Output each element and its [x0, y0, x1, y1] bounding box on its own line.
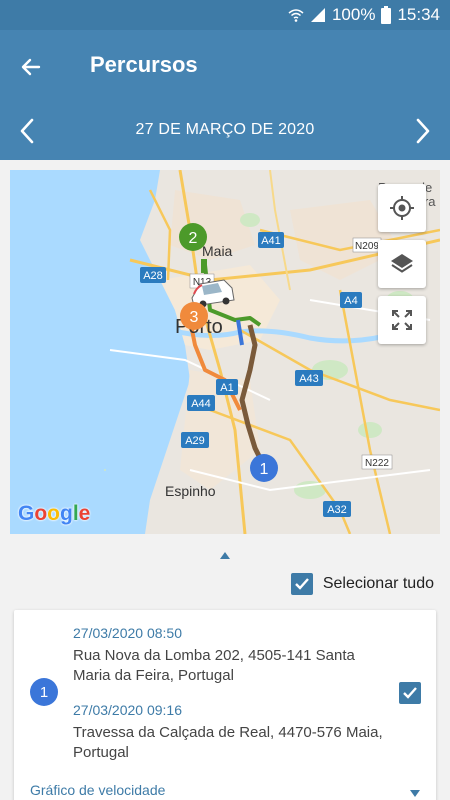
select-all-label: Selecionar tudo — [322, 575, 434, 592]
fullscreen-icon — [392, 310, 412, 330]
back-button[interactable] — [14, 50, 48, 84]
my-location-button[interactable] — [378, 184, 426, 232]
svg-text:A4: A4 — [344, 295, 357, 307]
arrow-left-icon — [21, 58, 41, 76]
marker-3: 3 — [180, 302, 208, 330]
road-label-a32: A32 — [323, 501, 351, 517]
battery-percent: 100% — [331, 5, 376, 24]
signal-icon — [310, 7, 326, 23]
fullscreen-button[interactable] — [378, 296, 426, 344]
road-label-a4: A4 — [340, 292, 362, 308]
svg-text:1: 1 — [260, 461, 269, 478]
svg-text:A1: A1 — [220, 382, 233, 394]
layers-icon — [391, 254, 413, 273]
google-logo: Google — [18, 502, 91, 525]
select-all-checkbox[interactable] — [290, 573, 313, 595]
page-title: Percursos — [90, 52, 198, 77]
svg-text:A43: A43 — [299, 373, 319, 385]
place-maia: Maia — [202, 243, 233, 259]
road-label-n222: N222 — [361, 454, 393, 470]
svg-text:A32: A32 — [327, 504, 347, 516]
road-label-a1: A1 — [216, 379, 238, 395]
place-espinho: Espinho — [165, 483, 216, 499]
svg-text:A44: A44 — [191, 398, 211, 410]
road-label-a28: A28 — [140, 267, 166, 283]
map-canvas: A41 A28 A4 A43 A1 A44 A29 A32 N13 N209 N… — [10, 170, 440, 534]
trip-checkbox[interactable] — [399, 682, 421, 704]
checkmark-icon — [294, 578, 309, 590]
road-label-a44: A44 — [187, 395, 215, 411]
wifi-icon — [288, 7, 304, 23]
road-label-n209: N209 — [352, 237, 382, 253]
trip-end-address: Travessa da Calçada de Real, 4470-576 Ma… — [73, 724, 383, 761]
trip-start-time: 27/03/2020 08:50 — [73, 625, 182, 641]
svg-text:A29: A29 — [185, 435, 205, 447]
status-icons: 100% 15:34 — [288, 5, 440, 25]
marker-1: 1 — [250, 454, 278, 482]
trip-card[interactable]: 1 27/03/2020 08:50 Rua Nova da Lomba 202… — [14, 610, 436, 800]
battery-icon — [381, 6, 392, 24]
speed-chart-link[interactable]: Gráfico de velocidade — [30, 782, 165, 798]
road-label-a41: A41 — [258, 232, 284, 248]
svg-text:2: 2 — [189, 230, 198, 247]
marker-2: 2 — [179, 223, 207, 251]
current-date: 27 DE MARÇO DE 2020 — [135, 121, 315, 138]
route-map[interactable]: A41 A28 A4 A43 A1 A44 A29 A32 N13 N209 N… — [10, 170, 440, 534]
app-bar: Percursos 27 DE MARÇO DE 2020 — [0, 30, 450, 160]
clock: 15:34 — [397, 5, 440, 24]
svg-text:N222: N222 — [365, 458, 389, 469]
road-label-a43: A43 — [295, 370, 323, 386]
checkmark-icon — [403, 687, 417, 699]
chevron-down-icon[interactable] — [410, 784, 420, 800]
panel-drag-handle[interactable] — [220, 546, 230, 564]
next-date-button[interactable] — [408, 116, 438, 146]
svg-text:3: 3 — [190, 309, 199, 326]
caret-up-icon — [220, 552, 230, 559]
svg-text:N209: N209 — [355, 241, 379, 252]
select-all[interactable]: Selecionar tudo — [290, 573, 434, 595]
map-layers-button[interactable] — [378, 240, 426, 288]
trip-number-badge: 1 — [30, 678, 58, 706]
svg-text:A28: A28 — [143, 270, 163, 282]
status-bar: 100% 15:34 — [0, 0, 450, 30]
trip-start-address: Rua Nova da Lomba 202, 4505-141 Santa Ma… — [73, 647, 355, 684]
road-label-a29: A29 — [181, 432, 209, 448]
crosshair-icon — [390, 196, 414, 220]
svg-text:A41: A41 — [261, 235, 281, 247]
trip-end-time: 27/03/2020 09:16 — [73, 702, 182, 718]
chevron-right-icon — [416, 118, 430, 144]
